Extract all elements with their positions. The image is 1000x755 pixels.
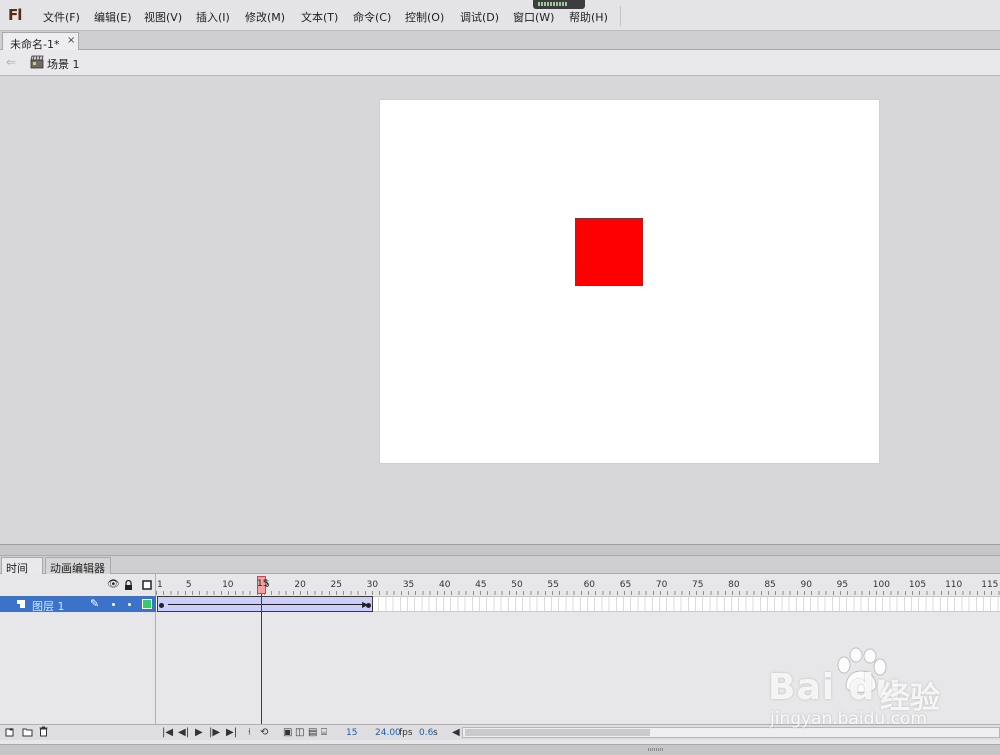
menu-insert[interactable]: 插入(I) xyxy=(196,9,230,25)
playhead-line xyxy=(261,594,262,724)
ruler-tick-label: 40 xyxy=(438,580,451,590)
menu-view[interactable]: 视图(V) xyxy=(144,9,182,25)
eye-icon[interactable]: 👁 xyxy=(107,580,120,590)
outline-icon[interactable] xyxy=(142,580,152,590)
last-frame-icon[interactable]: ▶| xyxy=(226,727,237,738)
ruler-tick-label: 95 xyxy=(836,580,849,590)
timeline-controls: |◀ ◀| ▶ |▶ ▶| ⍿ ⟲ ▣ ◫ ▤ ⌸ 15 24.00 fps 0… xyxy=(0,724,1000,740)
document-tab[interactable]: 未命名-1* × xyxy=(2,32,79,51)
menu-window[interactable]: 窗口(W) xyxy=(513,9,554,25)
ruler-tick-label: 1 xyxy=(157,580,163,590)
clapperboard-icon xyxy=(30,55,44,69)
red-square-shape[interactable] xyxy=(575,218,643,286)
ruler-tick-label: 65 xyxy=(619,580,632,590)
menu-edit[interactable]: 编辑(E) xyxy=(94,9,132,25)
current-frame-value[interactable]: 15 xyxy=(346,728,357,738)
ruler-tick-label: 25 xyxy=(330,580,342,590)
step-back-icon[interactable]: ◀| xyxy=(178,727,189,738)
menu-debug[interactable]: 调试(D) xyxy=(460,9,499,25)
close-icon[interactable]: × xyxy=(67,35,75,46)
ruler-tick-label: 70 xyxy=(655,580,668,590)
menu-bar: Fl 文件(F) 编辑(E) 视图(V) 插入(I) 修改(M) 文本(T) 命… xyxy=(0,0,1000,31)
resize-grip-icon[interactable] xyxy=(648,748,664,751)
tween-arrow xyxy=(168,604,366,605)
start-keyframe[interactable] xyxy=(159,603,164,608)
scroll-left-icon[interactable]: ◀ xyxy=(452,727,460,738)
scene-label[interactable]: 场景 1 xyxy=(47,56,80,72)
elapsed-time-value[interactable]: 0.6 xyxy=(419,728,433,738)
ruler-tick-label: 100 xyxy=(872,580,890,590)
layer-name[interactable]: 图层 1 xyxy=(32,598,65,614)
layer-outline-color[interactable] xyxy=(142,599,152,609)
modify-onion-markers-icon[interactable]: ⌸ xyxy=(321,727,327,738)
panel-tabs: 时间轴 动画编辑器 xyxy=(0,556,1000,591)
delete-icon[interactable] xyxy=(39,726,48,737)
ruler-tick-label: 75 xyxy=(692,580,704,590)
panel-splitter[interactable] xyxy=(0,544,1000,556)
ruler-tick-label: 110 xyxy=(945,580,963,590)
ruler-tick-label: 10 xyxy=(222,580,234,590)
layers-pane: 👁 图层 1 ✎ xyxy=(0,574,156,724)
ruler-tick-label: 105 xyxy=(908,580,927,590)
motion-tween-span[interactable]: ▶ xyxy=(157,596,373,612)
ruler-tick-label: 115 xyxy=(981,580,999,590)
ruler-tick-label: 80 xyxy=(728,580,740,590)
layer-row[interactable]: 图层 1 ✎ xyxy=(0,596,156,614)
timeline-panel: 👁 图层 1 ✎ 1510152025303540455055606570758… xyxy=(0,574,1000,744)
document-tab-bar: 未命名-1* × xyxy=(0,31,1000,51)
menu-commands[interactable]: 命令(C) xyxy=(353,9,391,25)
ruler-tick-label: 45 xyxy=(475,580,487,590)
onion-skin-icon[interactable]: ▣ xyxy=(283,727,292,738)
visibility-dot[interactable] xyxy=(112,603,115,606)
ruler-tick-label: 5 xyxy=(185,580,192,590)
menu-modify[interactable]: 修改(M) xyxy=(245,9,285,25)
edit-bar: ⇐ 场景 1 xyxy=(0,50,1000,76)
menu-help[interactable]: 帮助(H) xyxy=(569,9,608,25)
stage[interactable] xyxy=(380,100,879,463)
frame-rate-value[interactable]: 24.00 xyxy=(375,728,401,738)
ruler-tick-label: 30 xyxy=(366,580,379,590)
ruler-tick-label: 55 xyxy=(547,580,559,590)
elapsed-time-unit: s xyxy=(433,728,438,738)
menu-separator xyxy=(620,6,621,26)
lock-icon[interactable] xyxy=(124,580,133,590)
workspace-indicator[interactable] xyxy=(533,0,585,9)
ruler-tick-label: 60 xyxy=(583,580,596,590)
new-folder-icon[interactable] xyxy=(22,727,33,737)
step-forward-icon[interactable]: |▶ xyxy=(209,727,220,738)
ruler-ticks xyxy=(156,591,1000,595)
scrollbar-thumb[interactable] xyxy=(465,729,650,736)
pencil-icon: ✎ xyxy=(90,597,100,610)
ruler-tick-label: 90 xyxy=(800,580,812,590)
back-arrow-icon[interactable]: ⇐ xyxy=(6,55,16,69)
bottom-status-strip xyxy=(0,744,1000,755)
ruler-tick-label: 85 xyxy=(764,580,776,590)
end-keyframe[interactable] xyxy=(366,603,371,608)
frame-ruler[interactable]: 1510152025303540455055606570758085909510… xyxy=(156,574,1000,595)
menu-text[interactable]: 文本(T) xyxy=(301,9,338,25)
first-frame-icon[interactable]: |◀ xyxy=(162,727,173,738)
workspace xyxy=(0,77,1000,544)
play-icon[interactable]: ▶ xyxy=(195,727,203,738)
layer-header: 👁 xyxy=(0,578,156,594)
tab-motion-editor[interactable]: 动画编辑器 xyxy=(45,557,111,575)
playhead-frame-label: 15 xyxy=(257,579,269,589)
layer-icon xyxy=(17,600,25,608)
onion-skin-outlines-icon[interactable]: ◫ xyxy=(295,727,304,738)
new-layer-icon[interactable] xyxy=(5,727,15,737)
ruler-tick-label: 20 xyxy=(294,580,306,590)
tab-timeline[interactable]: 时间轴 xyxy=(1,557,43,591)
menu-control[interactable]: 控制(O) xyxy=(405,9,444,25)
frame-rate-unit: fps xyxy=(399,728,413,738)
app-logo: Fl xyxy=(8,6,22,24)
loop-icon[interactable]: ⟲ xyxy=(260,727,268,738)
ruler-tick-label: 35 xyxy=(402,580,415,590)
ruler-tick-label: 50 xyxy=(511,580,523,590)
edit-multiple-frames-icon[interactable]: ▤ xyxy=(308,727,317,738)
horizontal-scrollbar[interactable] xyxy=(462,727,1000,738)
menu-file[interactable]: 文件(F) xyxy=(43,9,80,25)
frames-pane[interactable]: 1510152025303540455055606570758085909510… xyxy=(156,574,1000,724)
center-frame-icon[interactable]: ⍿ xyxy=(248,727,251,738)
lock-dot[interactable] xyxy=(128,603,131,606)
